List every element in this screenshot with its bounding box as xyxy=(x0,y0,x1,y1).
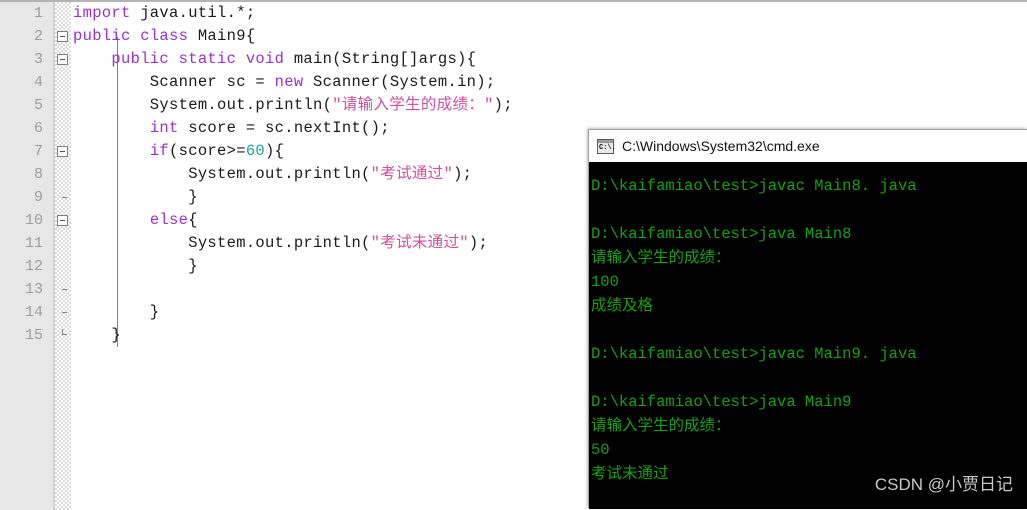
code-token-plain: ); xyxy=(468,234,489,252)
fold-collapse-icon[interactable] xyxy=(57,215,68,226)
line-number: 15 xyxy=(24,327,43,344)
code-token-plain: } xyxy=(73,188,198,206)
console-line: D:\kaifamiao\test>java Main9 xyxy=(591,393,852,411)
code-token-plain: (score>= xyxy=(169,142,246,160)
line-number: 6 xyxy=(33,120,43,137)
code-line[interactable]: Scanner sc = new Scanner(System.in); xyxy=(71,71,1027,94)
line-number: 9 xyxy=(33,189,43,206)
code-token-str: "考试未通过" xyxy=(370,234,469,252)
line-number: 11 xyxy=(24,235,43,252)
code-line[interactable]: public static void main(String[]args){ xyxy=(71,48,1027,71)
code-token-plain: score = sc.nextInt(); xyxy=(178,119,390,137)
code-token-plain: Main9{ xyxy=(188,27,256,45)
code-token-plain: System.out.println( xyxy=(73,96,333,114)
code-folding-gutter[interactable] xyxy=(55,2,118,510)
code-token-kw: public static void xyxy=(111,50,285,68)
cmd-window[interactable]: C:\Windows\System32\cmd.exe D:\kaifamiao… xyxy=(588,129,1027,509)
code-token-plain: ); xyxy=(453,165,473,183)
code-token-num: 60 xyxy=(245,142,266,160)
console-line: 50 xyxy=(591,441,610,459)
line-number: 12 xyxy=(24,258,43,275)
code-token-plain: Scanner(System.in); xyxy=(303,73,496,91)
line-number: 3 xyxy=(33,51,43,68)
line-number: 2 xyxy=(33,28,43,45)
code-token-kw: else xyxy=(149,211,189,229)
line-number: 5 xyxy=(33,97,43,114)
code-token-plain: ); xyxy=(493,96,513,114)
line-number: 1 xyxy=(33,5,43,22)
cmd-window-title: C:\Windows\System32\cmd.exe xyxy=(622,138,820,154)
code-token-str: "考试通过" xyxy=(370,165,454,183)
code-token-kw: import xyxy=(73,4,131,22)
code-token-kw: new xyxy=(274,73,304,91)
console-line: 请输入学生的成绩： xyxy=(591,249,731,267)
code-line[interactable]: import java.util.*; xyxy=(71,2,1027,25)
csdn-watermark: CSDN @小贾日记 xyxy=(874,475,1013,494)
code-token-str: " xyxy=(484,96,494,114)
code-token-plain: } xyxy=(73,303,160,321)
code-token-plain: System.out.println( xyxy=(73,234,371,252)
code-token-plain: main(String[]args){ xyxy=(284,50,477,68)
fold-tick-mark xyxy=(62,312,67,313)
fold-collapse-icon[interactable] xyxy=(57,54,68,65)
code-token-kw: if xyxy=(149,142,170,160)
code-token-plain: } xyxy=(73,257,198,275)
fold-tick-mark xyxy=(62,289,67,290)
console-output: D:\kaifamiao\test>javac Main8. java D:\k… xyxy=(589,162,1027,509)
code-token-str: "请输入学生的成绩： xyxy=(332,96,485,114)
line-number-gutter: 1 2 3 4 5 6 7 8 9 10 11 12 13 14 15 xyxy=(0,2,53,510)
code-token-plain: ){ xyxy=(265,142,285,160)
code-line[interactable]: System.out.println("请输入学生的成绩："); xyxy=(71,94,1027,117)
cmd-icon xyxy=(597,138,616,154)
cmd-console-area[interactable]: D:\kaifamiao\test>javac Main8. java D:\k… xyxy=(589,162,1027,509)
line-number: 14 xyxy=(24,304,43,321)
console-line: 100 xyxy=(591,273,619,291)
code-token-plain: java.util.*; xyxy=(130,4,256,22)
console-line: D:\kaifamiao\test>javac Main8. java xyxy=(591,177,917,195)
console-line: D:\kaifamiao\test>java Main8 xyxy=(591,225,852,243)
line-number: 7 xyxy=(33,143,43,160)
line-number: 13 xyxy=(24,281,43,298)
console-line: 请输入学生的成绩： xyxy=(591,417,731,435)
line-number: 4 xyxy=(33,74,43,91)
code-token-plain: System.out.println( xyxy=(73,165,371,183)
code-line[interactable]: public class Main9{ xyxy=(71,25,1027,48)
code-token-plain: { xyxy=(188,211,198,229)
code-token-kw: public class xyxy=(73,27,189,45)
console-line: 成绩及格 xyxy=(591,297,654,315)
fold-tick-mark xyxy=(62,197,67,198)
line-number: 8 xyxy=(33,166,43,183)
code-token-plain: Scanner sc = xyxy=(73,73,275,91)
fold-collapse-icon[interactable] xyxy=(57,31,68,42)
fold-region-end-icon xyxy=(62,329,67,335)
console-line: D:\kaifamiao\test>javac Main9. java xyxy=(591,345,917,363)
code-token-plain: } xyxy=(73,326,122,344)
line-number: 10 xyxy=(24,212,43,229)
code-token-kw: int xyxy=(149,119,179,137)
fold-collapse-icon[interactable] xyxy=(57,146,68,157)
cmd-titlebar[interactable]: C:\Windows\System32\cmd.exe xyxy=(589,130,1027,162)
